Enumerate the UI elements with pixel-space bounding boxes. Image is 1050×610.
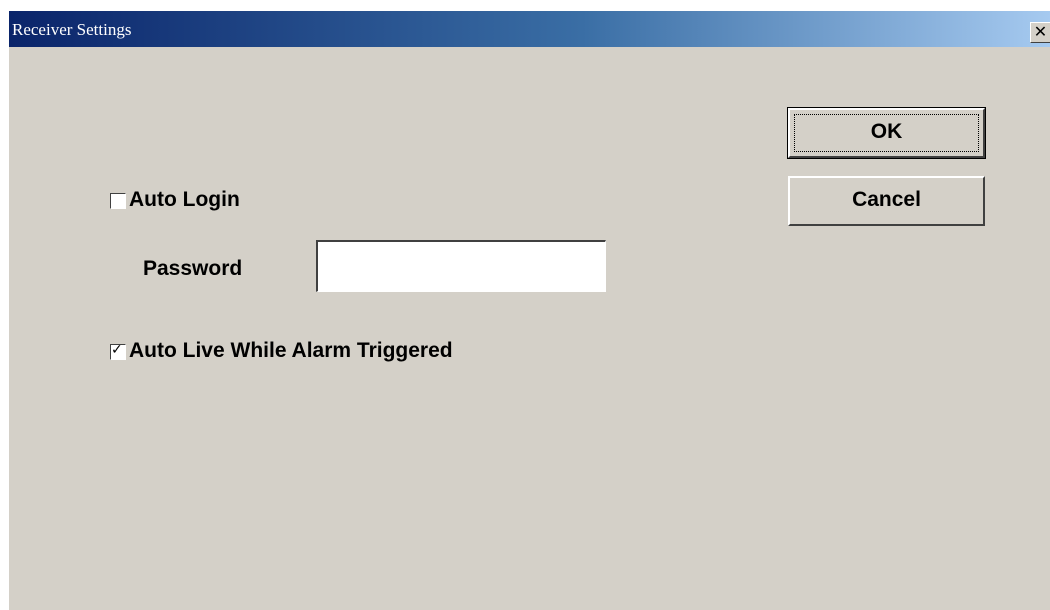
auto-login-checkbox[interactable] xyxy=(110,193,126,209)
receiver-settings-dialog: Receiver Settings ✕ OK Cancel Auto Login… xyxy=(8,10,1050,610)
auto-login-label[interactable]: Auto Login xyxy=(129,188,240,212)
password-field[interactable] xyxy=(316,240,606,292)
cancel-button-label: Cancel xyxy=(852,188,921,211)
title-bar[interactable]: Receiver Settings xyxy=(9,11,1050,47)
auto-live-checkbox[interactable]: ✓ xyxy=(110,342,126,360)
window-title: Receiver Settings xyxy=(12,20,132,39)
ok-button[interactable]: OK xyxy=(787,107,986,159)
cancel-button[interactable]: Cancel xyxy=(788,176,985,226)
auto-live-label[interactable]: Auto Live While Alarm Triggered xyxy=(129,339,453,363)
password-label: Password xyxy=(143,257,243,280)
close-button[interactable]: ✕ xyxy=(1030,22,1050,43)
checkmark-icon: ✓ xyxy=(111,342,123,358)
focus-ring xyxy=(794,114,979,152)
close-icon: ✕ xyxy=(1033,22,1048,41)
